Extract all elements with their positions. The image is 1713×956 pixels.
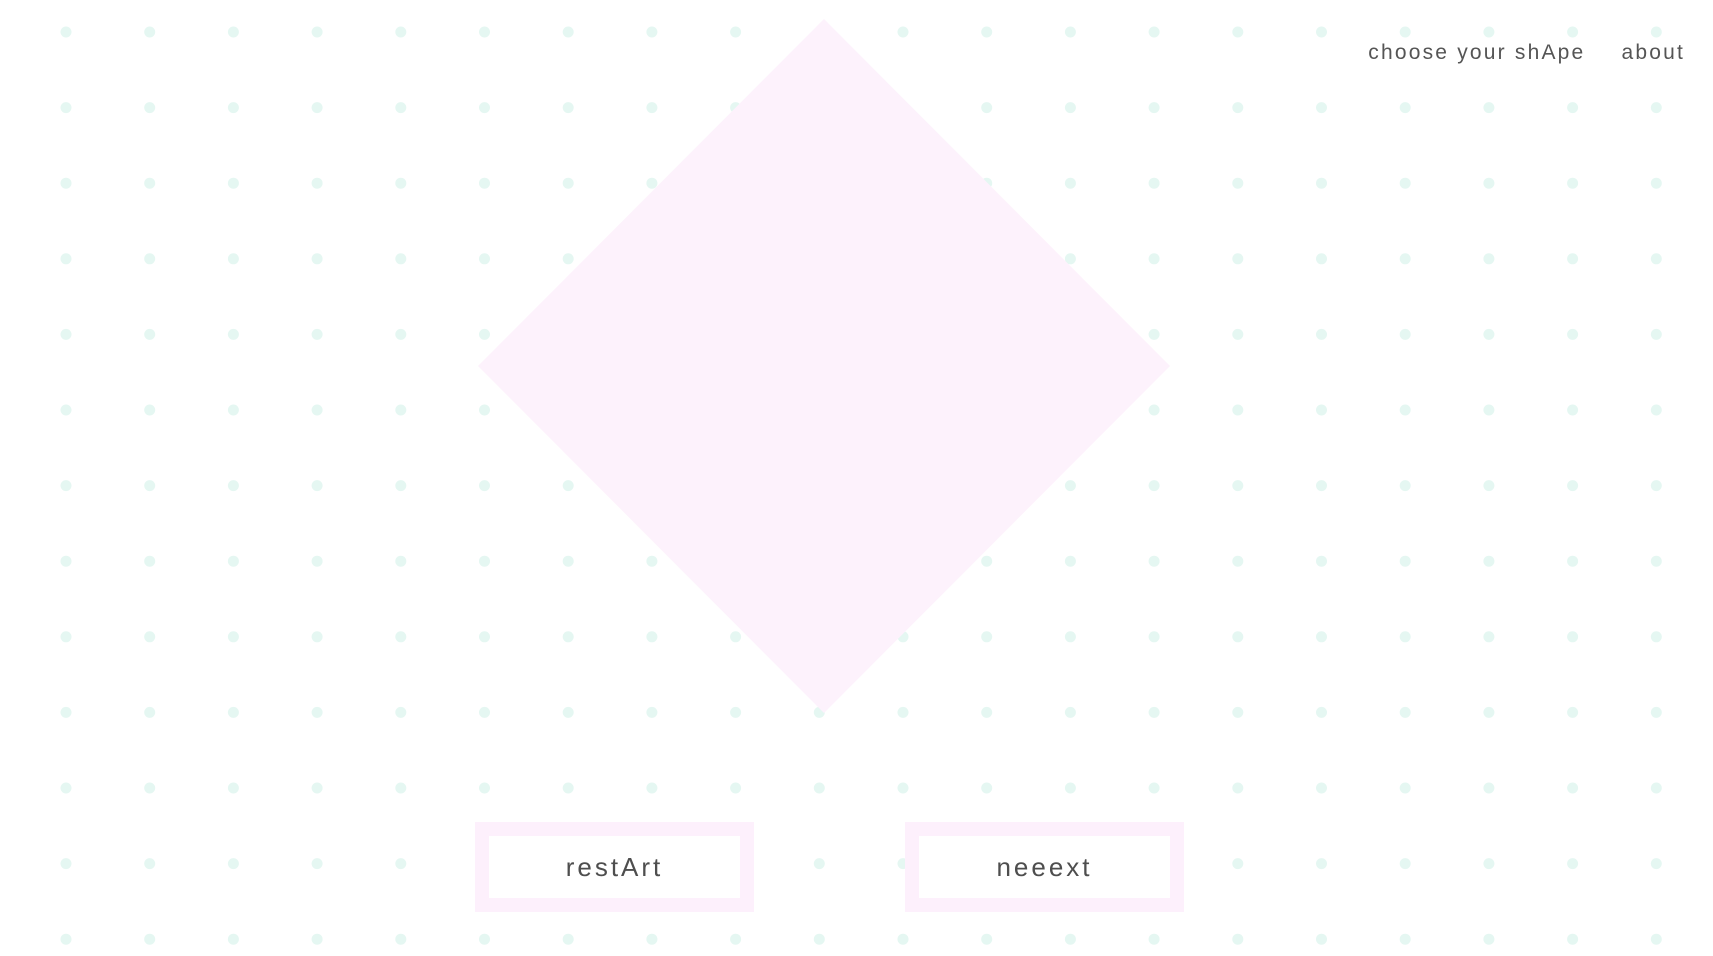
next-button[interactable]: neeext <box>905 822 1184 912</box>
canvas-area: choose your shApe about restArt neeext <box>0 0 1713 956</box>
nav-choose-shape[interactable]: choose your shApe <box>1368 41 1585 65</box>
top-nav: choose your shApe about <box>1368 41 1685 65</box>
diamond-shape[interactable] <box>478 19 1170 713</box>
nav-about[interactable]: about <box>1621 41 1685 65</box>
shape-stage <box>478 19 1170 713</box>
restart-button[interactable]: restArt <box>475 822 754 912</box>
